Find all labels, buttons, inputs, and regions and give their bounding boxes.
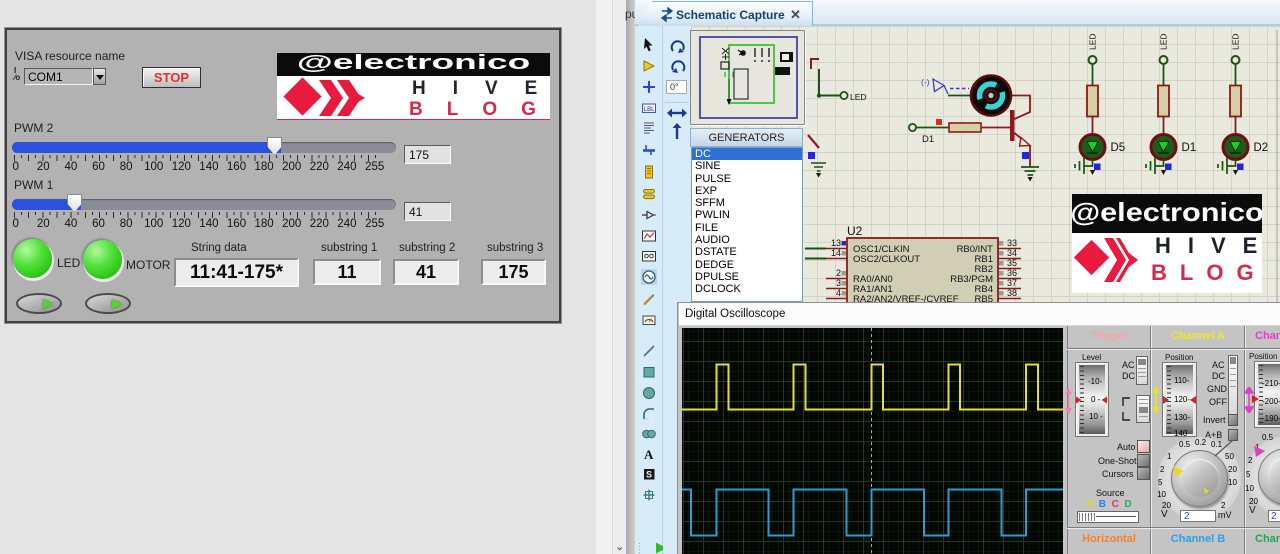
svg-text:RB5: RB5 <box>975 294 993 302</box>
svg-text:LED: LED <box>1088 33 1098 50</box>
svg-text:LED: LED <box>1231 33 1241 50</box>
svg-text:D5: D5 <box>1111 142 1126 154</box>
svg-text:38: 38 <box>1007 288 1017 298</box>
svg-text:D1: D1 <box>1182 142 1197 154</box>
svg-text:33: 33 <box>1007 238 1017 248</box>
svg-text:14: 14 <box>831 248 841 258</box>
svg-text:U2: U2 <box>847 224 863 238</box>
svg-text:RA2/AN2/VREF-/CVREF: RA2/AN2/VREF-/CVREF <box>853 294 959 302</box>
svg-text:A: A <box>644 447 654 462</box>
svg-text:OSC2/CLKOUT: OSC2/CLKOUT <box>853 254 920 265</box>
svg-text:S: S <box>646 470 652 480</box>
svg-text:13: 13 <box>831 238 841 248</box>
svg-text:35: 35 <box>1007 258 1017 268</box>
svg-text:2: 2 <box>836 268 841 278</box>
svg-text:3: 3 <box>836 278 841 288</box>
svg-text:37: 37 <box>1007 278 1017 288</box>
svg-text:D1: D1 <box>922 134 934 145</box>
svg-text:4: 4 <box>836 288 841 298</box>
svg-text:34: 34 <box>1007 248 1017 258</box>
svg-text:36: 36 <box>1007 268 1017 278</box>
svg-text:D2: D2 <box>1254 142 1269 154</box>
svg-text:(-): (-) <box>921 77 930 87</box>
svg-text:LED: LED <box>850 92 867 102</box>
svg-text:LED: LED <box>1159 33 1169 50</box>
